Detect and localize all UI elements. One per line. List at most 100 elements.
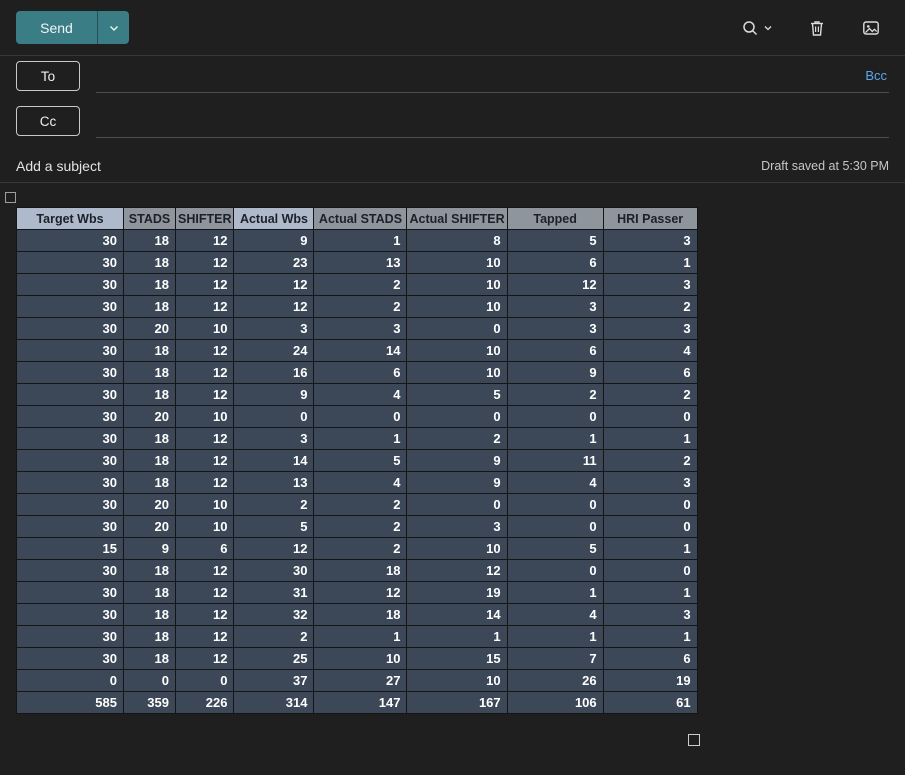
table-cell[interactable]: 5 bbox=[506, 229, 604, 252]
table-cell[interactable]: 0 bbox=[313, 405, 408, 428]
table-cell[interactable]: 5 bbox=[406, 383, 508, 406]
table-cell[interactable]: 12 bbox=[174, 229, 235, 252]
table-cell[interactable]: 9 bbox=[506, 361, 604, 384]
table-cell[interactable]: 20 bbox=[123, 317, 176, 340]
column-header-shifter[interactable]: SHIFTER bbox=[174, 207, 235, 230]
table-cell[interactable]: 1 bbox=[313, 427, 408, 450]
table-cell[interactable]: 3 bbox=[602, 471, 698, 494]
table-cell[interactable]: 10 bbox=[174, 515, 235, 538]
table-cell[interactable]: 0 bbox=[506, 405, 604, 428]
table-cell[interactable]: 12 bbox=[174, 559, 235, 582]
table-cell[interactable]: 1 bbox=[506, 581, 604, 604]
table-cell[interactable]: 2 bbox=[313, 273, 408, 296]
table-cell[interactable]: 3 bbox=[506, 317, 604, 340]
table-cell[interactable]: 16 bbox=[233, 361, 315, 384]
table-cell[interactable]: 11 bbox=[506, 449, 604, 472]
table-cell[interactable]: 20 bbox=[123, 405, 176, 428]
table-cell[interactable]: 30 bbox=[16, 405, 124, 428]
table-cell[interactable]: 18 bbox=[123, 427, 176, 450]
table-cell[interactable]: 5 bbox=[506, 537, 604, 560]
table-cell[interactable]: 1 bbox=[602, 427, 698, 450]
table-cell[interactable]: 4 bbox=[313, 471, 408, 494]
table-cell[interactable]: 30 bbox=[16, 559, 124, 582]
table-cell[interactable]: 5 bbox=[313, 449, 408, 472]
table-cell[interactable]: 4 bbox=[313, 383, 408, 406]
table-cell[interactable]: 3 bbox=[233, 317, 315, 340]
table-cell[interactable]: 12 bbox=[174, 449, 235, 472]
table-cell[interactable]: 20 bbox=[123, 515, 176, 538]
table-cell[interactable]: 12 bbox=[174, 471, 235, 494]
table-cell[interactable]: 2 bbox=[313, 295, 408, 318]
table-cell[interactable]: 1 bbox=[602, 625, 698, 648]
table-cell[interactable]: 3 bbox=[602, 603, 698, 626]
table-cell[interactable]: 12 bbox=[174, 603, 235, 626]
table-cell[interactable]: 30 bbox=[16, 449, 124, 472]
table-cell[interactable]: 18 bbox=[123, 625, 176, 648]
table-cell[interactable]: 1 bbox=[313, 229, 408, 252]
table-cell[interactable]: 3 bbox=[602, 317, 698, 340]
table-cell[interactable]: 359 bbox=[123, 691, 176, 714]
media-button[interactable] bbox=[857, 14, 885, 42]
table-cell[interactable]: 10 bbox=[406, 339, 508, 362]
table-cell[interactable]: 15 bbox=[16, 537, 124, 560]
table-cell[interactable]: 6 bbox=[506, 339, 604, 362]
table-cell[interactable]: 30 bbox=[16, 625, 124, 648]
body-table[interactable]: Target Wbs STADS SHIFTER Actual Wbs Actual S… bbox=[16, 207, 698, 714]
table-cell[interactable]: 2 bbox=[313, 537, 408, 560]
table-cell[interactable]: 30 bbox=[233, 559, 315, 582]
table-cell[interactable]: 167 bbox=[406, 691, 508, 714]
table-cell[interactable]: 7 bbox=[506, 647, 604, 670]
table-cell[interactable]: 10 bbox=[174, 317, 235, 340]
send-options-dropdown[interactable] bbox=[97, 11, 129, 44]
table-cell[interactable]: 12 bbox=[174, 273, 235, 296]
table-cell[interactable]: 30 bbox=[16, 581, 124, 604]
table-cell[interactable]: 12 bbox=[406, 559, 508, 582]
table-cell[interactable]: 18 bbox=[313, 559, 408, 582]
table-cell[interactable]: 2 bbox=[602, 383, 698, 406]
table-cell[interactable]: 2 bbox=[233, 625, 315, 648]
table-cell[interactable]: 0 bbox=[406, 317, 508, 340]
table-resize-handle[interactable] bbox=[688, 734, 700, 746]
table-cell[interactable]: 0 bbox=[123, 669, 176, 692]
table-cell[interactable]: 10 bbox=[174, 493, 235, 516]
table-select-handle[interactable] bbox=[5, 192, 16, 203]
table-cell[interactable]: 30 bbox=[16, 273, 124, 296]
table-cell[interactable]: 1 bbox=[313, 625, 408, 648]
table-cell[interactable]: 30 bbox=[16, 229, 124, 252]
table-cell[interactable]: 14 bbox=[233, 449, 315, 472]
table-cell[interactable]: 314 bbox=[233, 691, 315, 714]
table-cell[interactable]: 147 bbox=[313, 691, 408, 714]
table-cell[interactable]: 30 bbox=[16, 361, 124, 384]
table-cell[interactable]: 18 bbox=[313, 603, 408, 626]
table-cell[interactable]: 12 bbox=[174, 427, 235, 450]
table-cell[interactable]: 18 bbox=[123, 383, 176, 406]
table-cell[interactable]: 3 bbox=[602, 229, 698, 252]
table-cell[interactable]: 20 bbox=[123, 493, 176, 516]
table-cell[interactable]: 12 bbox=[174, 383, 235, 406]
column-header-actual-wbs[interactable]: Actual Wbs bbox=[233, 207, 315, 230]
table-cell[interactable]: 30 bbox=[16, 251, 124, 274]
table-cell[interactable]: 2 bbox=[313, 515, 408, 538]
table-cell[interactable]: 5 bbox=[233, 515, 315, 538]
table-cell[interactable]: 12 bbox=[174, 581, 235, 604]
table-cell[interactable]: 106 bbox=[506, 691, 604, 714]
table-cell[interactable]: 26 bbox=[506, 669, 604, 692]
table-cell[interactable]: 0 bbox=[506, 515, 604, 538]
table-cell[interactable]: 3 bbox=[406, 515, 508, 538]
subject-input[interactable]: Add a subject bbox=[16, 158, 761, 174]
table-cell[interactable]: 27 bbox=[313, 669, 408, 692]
table-cell[interactable]: 1 bbox=[506, 427, 604, 450]
table-cell[interactable]: 585 bbox=[16, 691, 124, 714]
table-cell[interactable]: 30 bbox=[16, 295, 124, 318]
table-cell[interactable]: 3 bbox=[233, 427, 315, 450]
table-cell[interactable]: 30 bbox=[16, 493, 124, 516]
table-cell[interactable]: 30 bbox=[16, 471, 124, 494]
table-cell[interactable]: 12 bbox=[174, 295, 235, 318]
table-cell[interactable]: 10 bbox=[406, 361, 508, 384]
table-cell[interactable]: 0 bbox=[602, 405, 698, 428]
table-cell[interactable]: 1 bbox=[602, 537, 698, 560]
table-cell[interactable]: 0 bbox=[506, 493, 604, 516]
table-cell[interactable]: 10 bbox=[406, 273, 508, 296]
table-cell[interactable]: 37 bbox=[233, 669, 315, 692]
table-cell[interactable]: 18 bbox=[123, 361, 176, 384]
